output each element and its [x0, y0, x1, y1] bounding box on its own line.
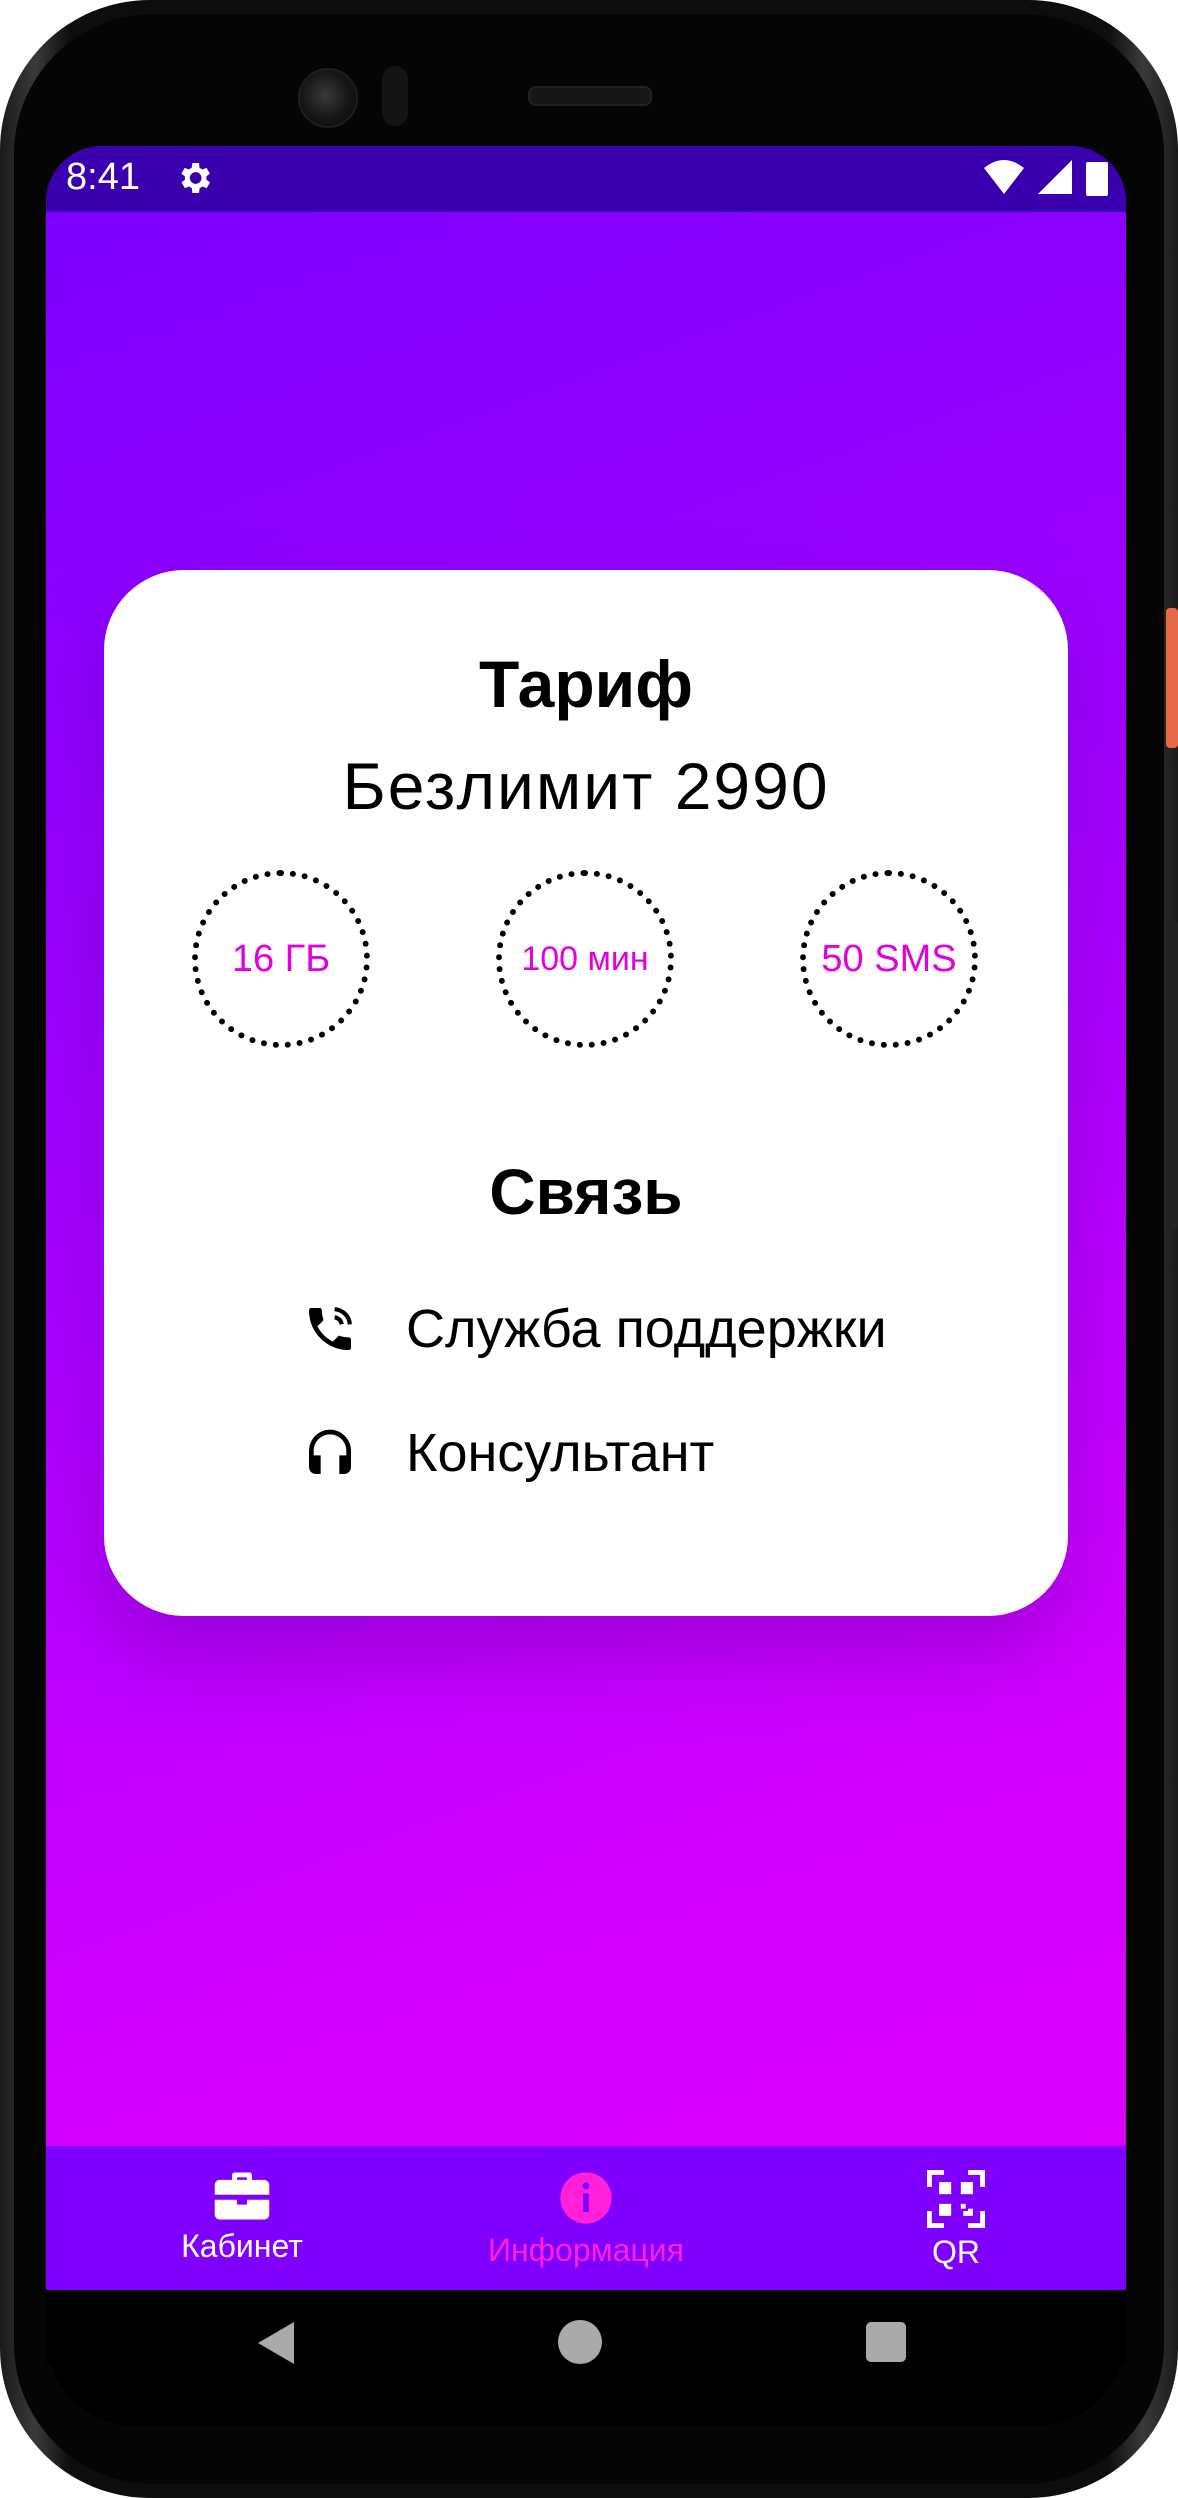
status-bar: 8:41	[46, 146, 1126, 212]
nav-item-qr[interactable]: QR	[826, 2170, 1086, 2290]
support-link[interactable]: Служба поддержки	[302, 1294, 887, 1364]
status-indicators	[984, 160, 1108, 196]
card-title: Тариф	[478, 647, 694, 721]
app-screen: 8:41 Тариф Безлимит 2990 16 ГБ 100 мин 5…	[46, 146, 1126, 2364]
sms-allowance: 50 SMS	[800, 870, 978, 1048]
wifi-icon	[984, 160, 1024, 194]
section-title: Связь	[489, 1156, 683, 1228]
recent-apps-button[interactable]	[866, 2322, 906, 2362]
plan-name: Безлимит 2990	[342, 749, 830, 823]
info-icon	[560, 2172, 612, 2224]
briefcase-icon	[214, 2172, 270, 2220]
minutes-allowance: 100 мин	[496, 870, 674, 1048]
system-navigation-bar	[46, 2290, 1126, 2426]
gear-icon	[181, 163, 210, 193]
phone-frame: 8:41 Тариф Безлимит 2990 16 ГБ 100 мин 5…	[0, 0, 1178, 2498]
qr-code-icon	[927, 2170, 985, 2228]
earpiece-speaker	[528, 86, 652, 106]
tariff-card: Тариф Безлимит 2990 16 ГБ 100 мин 50 SMS…	[104, 570, 1068, 1616]
nav-item-cabinet[interactable]: Кабинет	[112, 2170, 372, 2290]
nav-item-info[interactable]: Информация	[456, 2170, 716, 2290]
headphones-icon	[309, 1429, 351, 1474]
home-button[interactable]	[558, 2320, 602, 2364]
bottom-navigation: Кабинет Информация QR	[46, 2146, 1126, 2300]
signal-icon	[1038, 160, 1072, 194]
status-time: 8:41	[66, 156, 140, 198]
nav-label-info: Информация	[488, 2232, 684, 2268]
nav-label-cabinet: Кабинет	[181, 2228, 303, 2264]
power-button	[1166, 608, 1178, 748]
consultant-link[interactable]: Консультант	[302, 1418, 714, 1488]
battery-icon	[1086, 162, 1108, 196]
front-camera	[298, 68, 358, 128]
consultant-link-label: Консультант	[406, 1423, 715, 1483]
phone-ringing-icon	[309, 1307, 352, 1350]
nav-label-qr: QR	[932, 2234, 980, 2270]
support-link-label: Служба поддержки	[406, 1299, 887, 1359]
data-allowance: 16 ГБ	[192, 870, 370, 1048]
proximity-sensor	[382, 66, 408, 126]
back-icon[interactable]	[256, 2320, 296, 2366]
volume-button	[1166, 920, 1178, 1230]
